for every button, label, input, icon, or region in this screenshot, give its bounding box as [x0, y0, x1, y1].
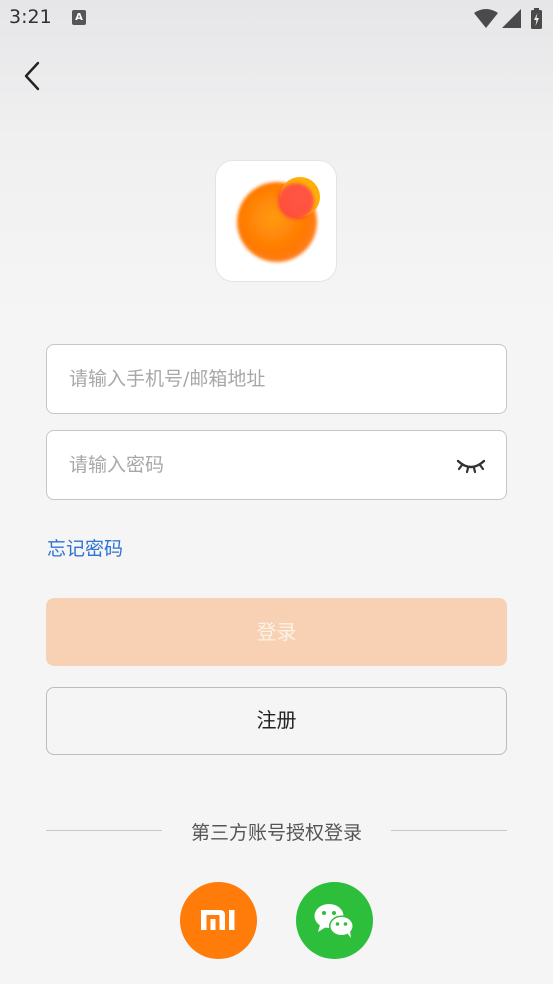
register-button[interactable]: 注册 — [46, 687, 507, 755]
app-logo — [215, 160, 337, 282]
status-bar: 3:21 A — [0, 0, 553, 38]
status-time: 3:21 — [9, 6, 52, 28]
wechat-icon — [314, 904, 354, 938]
forgot-password-link[interactable]: 忘记密码 — [47, 534, 123, 561]
password-field[interactable] — [46, 430, 507, 500]
chevron-left-icon — [24, 61, 40, 91]
notification-a-icon: A — [72, 10, 86, 25]
wechat-login-button[interactable] — [296, 882, 373, 959]
password-input[interactable] — [69, 431, 439, 499]
xiaomi-mi-icon — [201, 910, 235, 930]
account-field[interactable] — [46, 344, 507, 414]
orange-circles-logo-icon — [237, 177, 320, 262]
divider-left — [46, 830, 162, 831]
cellular-signal-icon — [502, 9, 521, 28]
account-input[interactable] — [69, 345, 439, 413]
battery-charging-icon — [531, 8, 542, 29]
login-button[interactable]: 登录 — [46, 598, 507, 666]
xiaomi-login-button[interactable] — [180, 882, 257, 959]
third-party-login-label: 第三方账号授权登录 — [190, 822, 362, 844]
divider-right — [391, 830, 507, 831]
back-button[interactable] — [16, 58, 50, 94]
wifi-icon — [474, 9, 498, 28]
eye-closed-icon[interactable] — [456, 453, 486, 479]
